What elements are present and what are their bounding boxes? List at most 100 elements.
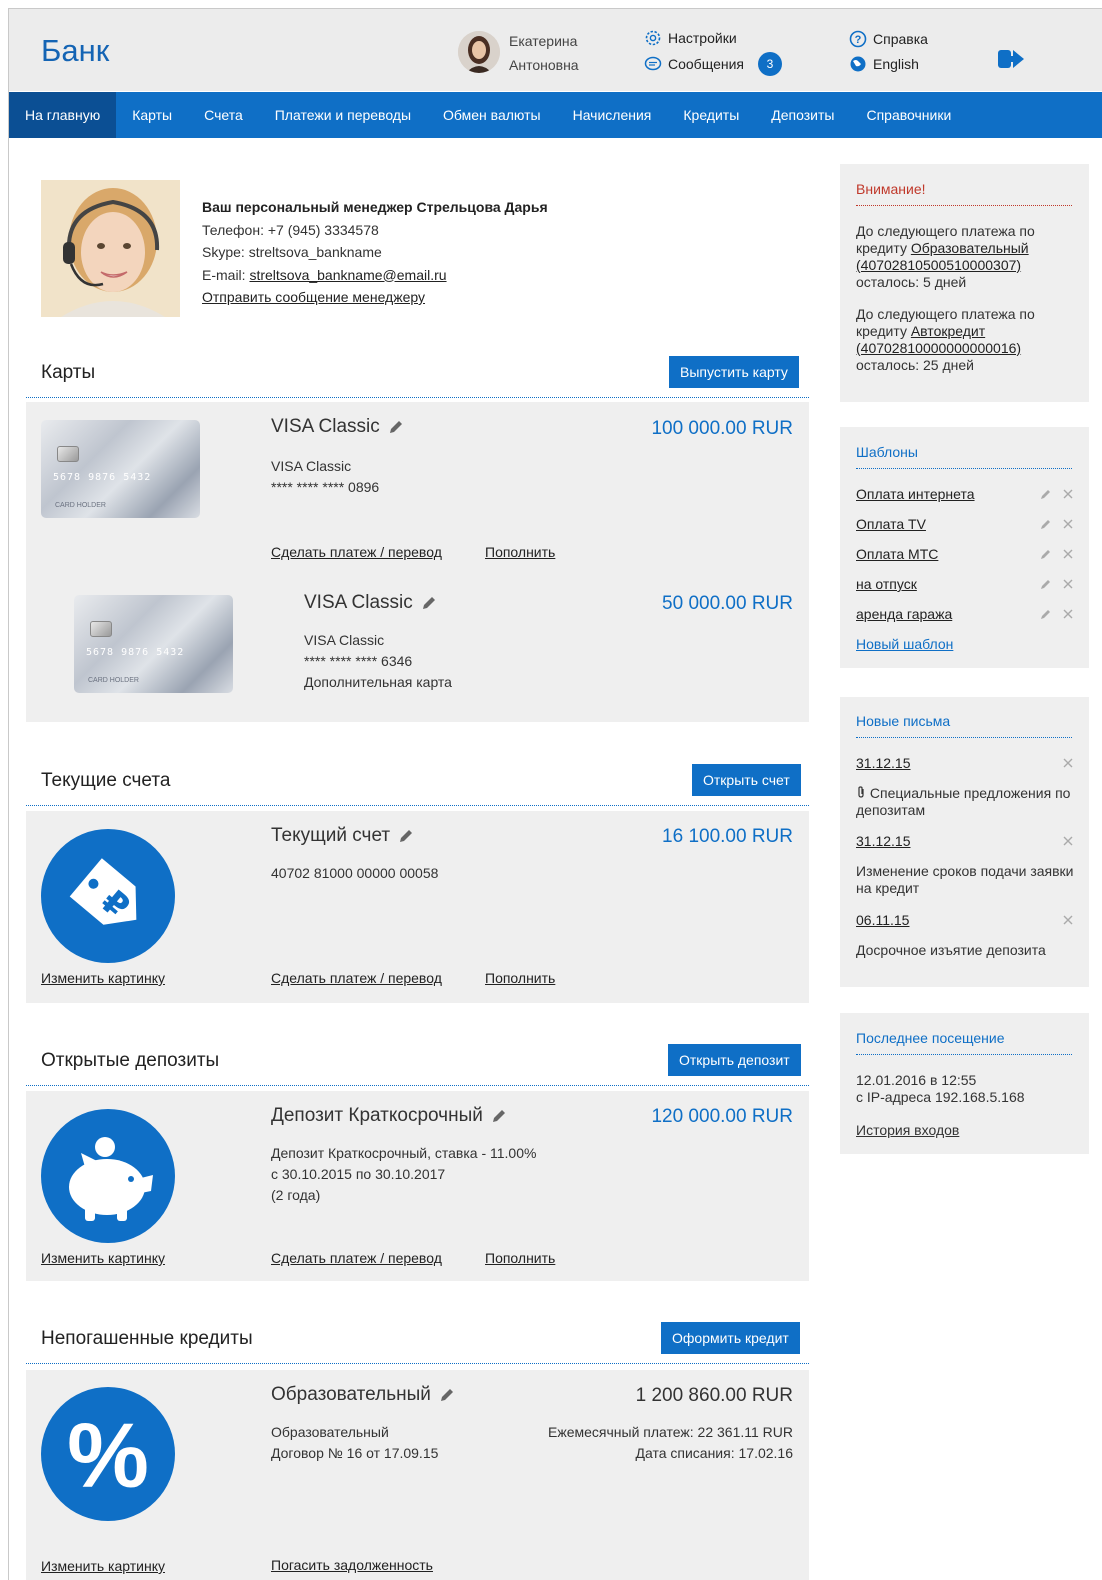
nav-payments[interactable]: Платежи и переводы — [259, 92, 427, 138]
repay-debt-link[interactable]: Погасить задолженность — [271, 1557, 433, 1573]
nav-credits[interactable]: Кредиты — [667, 92, 755, 138]
nav-exchange[interactable]: Обмен валюты — [427, 92, 557, 138]
help-link[interactable]: ? Справка — [849, 27, 928, 51]
close-icon[interactable] — [1062, 757, 1074, 769]
nav-accruals[interactable]: Начисления — [557, 92, 668, 138]
template-item: Оплата TV — [856, 516, 1074, 536]
send-message-link[interactable]: Отправить сообщение менеджеру — [202, 286, 548, 309]
nav-cards[interactable]: Карты — [116, 92, 188, 138]
user-avatar[interactable] — [458, 31, 500, 73]
ruble-tag-graphic: ₽ — [69, 858, 137, 928]
letter-subject-text: Специальные предложения по депозитам — [856, 785, 1071, 818]
issue-card-button[interactable]: Выпустить карту — [669, 356, 799, 388]
card-title: VISA Classic — [271, 416, 404, 438]
template-link[interactable]: Оплата МТС — [856, 546, 938, 562]
open-account-button[interactable]: Открыть счет — [692, 764, 801, 796]
cards-divider — [26, 397, 809, 398]
last-visit-title: Последнее посещение — [856, 1030, 1005, 1046]
pencil-icon[interactable] — [421, 595, 437, 611]
change-picture-link[interactable]: Изменить картинку — [41, 1250, 165, 1266]
credit-details: Образовательный Договор № 16 от 17.09.15 — [271, 1422, 438, 1464]
open-deposit-button[interactable]: Открыть депозит — [668, 1044, 801, 1076]
price-tag-icon: ₽ — [41, 829, 175, 963]
language-link[interactable]: English — [849, 52, 919, 76]
template-item: Оплата интернета — [856, 486, 1074, 506]
card-number: **** **** **** 0896 — [271, 479, 380, 495]
letter-subject: Досрочное изъятие депозита — [856, 942, 1046, 958]
nav-directories[interactable]: Справочники — [850, 92, 967, 138]
user-name[interactable]: Екатерина Антоновна — [509, 29, 579, 77]
gear-icon — [645, 30, 661, 46]
last-visit-box: Последнее посещение 12.01.2016 в 12:55 с… — [840, 1013, 1089, 1154]
pencil-icon[interactable] — [1040, 608, 1052, 620]
login-history-link[interactable]: История входов — [856, 1122, 959, 1139]
card-name: VISA Classic — [271, 416, 380, 437]
card-balance: 50 000.00 RUR — [662, 593, 793, 614]
letter-date-link[interactable]: 31.12.15 — [856, 833, 911, 849]
close-icon[interactable] — [1062, 914, 1074, 926]
svg-text:?: ? — [855, 34, 862, 46]
manager-title: Ваш персональный менеджер Стрельцова Дар… — [202, 199, 548, 215]
close-icon[interactable] — [1062, 488, 1074, 500]
card-note: Дополнительная карта — [304, 674, 452, 690]
close-icon[interactable] — [1062, 518, 1074, 530]
letter-date-link[interactable]: 31.12.15 — [856, 755, 911, 771]
template-link[interactable]: на отпуск — [856, 576, 917, 592]
pencil-icon[interactable] — [1040, 488, 1052, 500]
credit-debit-date: Дата списания: 17.02.16 — [635, 1445, 794, 1461]
pencil-icon[interactable] — [439, 1387, 455, 1403]
template-item: на отпуск — [856, 576, 1074, 596]
deposit-topup-link[interactable]: Пополнить — [485, 1250, 555, 1266]
deposit-pay-link[interactable]: Сделать платеж / перевод — [271, 1250, 442, 1266]
bank-logo[interactable]: Банк — [41, 33, 109, 69]
nav-home[interactable]: На главную — [9, 92, 117, 138]
nav-deposits[interactable]: Депозиты — [755, 92, 850, 138]
account-pay-link[interactable]: Сделать платеж / перевод — [271, 970, 442, 986]
letter-item: 06.11.15 — [856, 912, 1074, 932]
template-link[interactable]: Оплата интернета — [856, 486, 975, 502]
messages-link[interactable]: Сообщения 3 — [644, 52, 782, 76]
close-icon[interactable] — [1062, 578, 1074, 590]
pencil-icon[interactable] — [1040, 518, 1052, 530]
last-visit-divider — [856, 1054, 1072, 1055]
messages-count-badge: 3 — [757, 52, 782, 76]
card-balance: 100 000.00 RUR — [651, 418, 793, 439]
card-pay-link[interactable]: Сделать платеж / перевод — [271, 544, 442, 560]
letter-item: 31.12.15 — [856, 833, 1074, 853]
messages-label: Сообщения — [668, 56, 744, 72]
logout-icon[interactable] — [996, 47, 1026, 71]
card-type: VISA Classic — [304, 632, 385, 648]
card-image[interactable]: 5678 9876 5432 CARD HOLDER — [74, 595, 233, 693]
account-topup-link[interactable]: Пополнить — [485, 970, 555, 986]
card-number: **** **** **** 6346 — [304, 653, 413, 669]
card-topup-link[interactable]: Пополнить — [485, 544, 555, 560]
apply-credit-button[interactable]: Оформить кредит — [661, 1322, 800, 1354]
change-picture-link[interactable]: Изменить картинку — [41, 970, 165, 986]
deposit-period: с 30.10.2015 по 30.10.2017 — [271, 1166, 446, 1182]
manager-email-label: E-mail: — [202, 266, 250, 283]
manager-skype: Skype: streltsova_bankname — [202, 244, 382, 260]
card-title: VISA Classic — [304, 592, 437, 614]
cards-section-title: Карты — [41, 362, 96, 383]
card-details: VISA Classic **** **** **** 0896 — [271, 456, 379, 498]
credit-title: Образовательный — [271, 1384, 455, 1406]
card-image[interactable]: 5678 9876 5432 CARD HOLDER — [41, 420, 200, 518]
manager-email-link[interactable]: streltsova_bankname@email.ru — [249, 267, 446, 283]
new-template-link[interactable]: Новый шаблон — [856, 636, 1074, 656]
letter-date-link[interactable]: 06.11.15 — [856, 912, 909, 928]
card-holder-print: CARD HOLDER — [55, 502, 106, 509]
close-icon[interactable] — [1062, 835, 1074, 847]
pencil-icon[interactable] — [1040, 578, 1052, 590]
template-link[interactable]: аренда гаража — [856, 606, 952, 622]
attention-item: До следующего платежа по кредиту Образов… — [856, 223, 1081, 291]
change-picture-link[interactable]: Изменить картинку — [41, 1558, 165, 1574]
nav-accounts[interactable]: Счета — [188, 92, 259, 138]
pencil-icon[interactable] — [491, 1108, 507, 1124]
settings-link[interactable]: Настройки — [644, 26, 737, 50]
pencil-icon[interactable] — [1040, 548, 1052, 560]
close-icon[interactable] — [1062, 548, 1074, 560]
template-link[interactable]: Оплата TV — [856, 516, 926, 532]
close-icon[interactable] — [1062, 608, 1074, 620]
pencil-icon[interactable] — [388, 419, 404, 435]
pencil-icon[interactable] — [398, 828, 414, 844]
